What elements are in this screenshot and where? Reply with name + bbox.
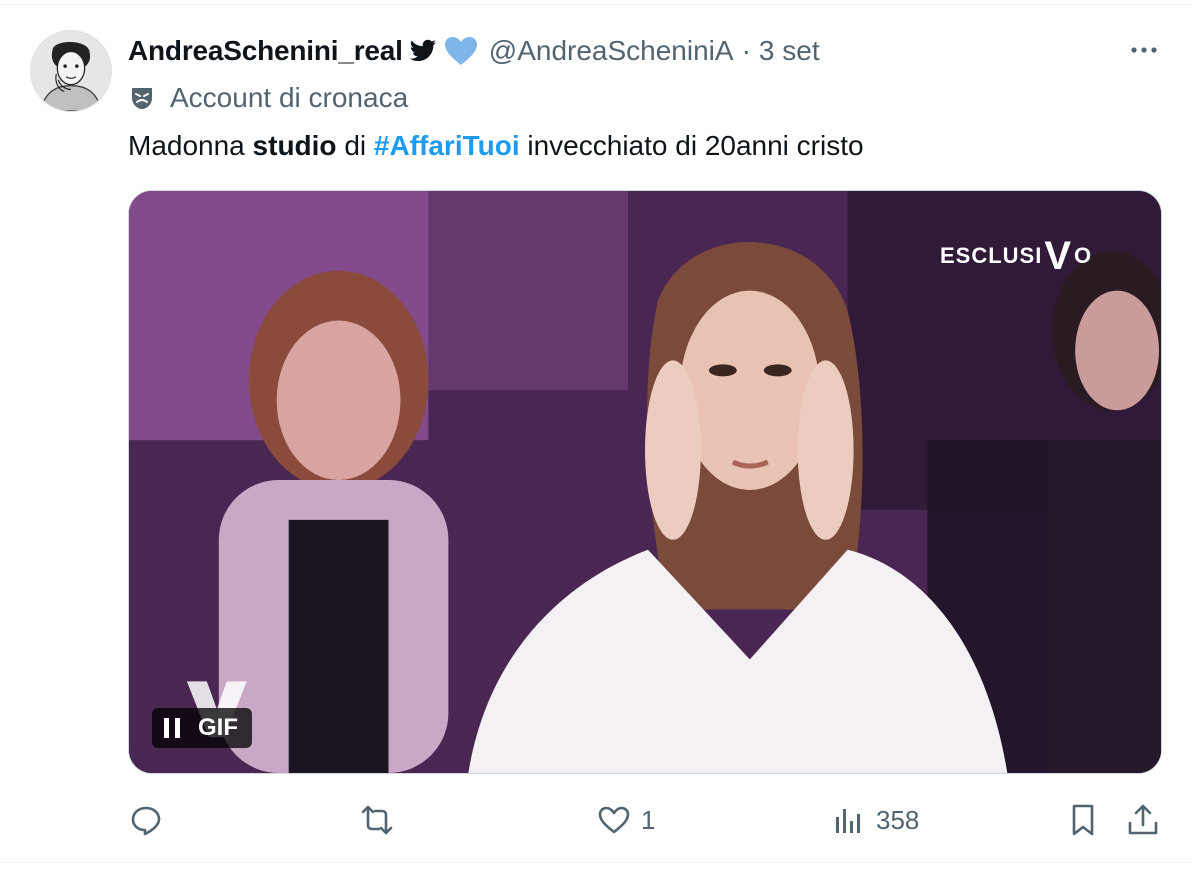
tweet-text-part: di xyxy=(336,130,374,161)
tweet-text-bold: studio xyxy=(252,130,337,161)
share-icon xyxy=(1126,803,1160,837)
share-button[interactable] xyxy=(1126,796,1160,844)
tweet-card[interactable]: AndreaSchenini_real @AndreaScheniniA · 3… xyxy=(0,0,1192,870)
account-label-row: Account di cronaca xyxy=(128,80,408,116)
tweet-header: AndreaSchenini_real @AndreaScheniniA · 3… xyxy=(128,30,820,72)
retweet-button[interactable] xyxy=(360,796,404,844)
views-count: 358 xyxy=(876,804,920,835)
bird-icon xyxy=(409,39,437,63)
more-icon[interactable] xyxy=(1126,38,1162,62)
tweet-text-part: Madonna xyxy=(128,130,253,161)
gif-control[interactable]: GIF xyxy=(152,708,252,748)
hashtag-link[interactable]: #AffariTuoi xyxy=(374,130,520,161)
bookmark-button[interactable] xyxy=(1066,796,1100,844)
watermark-text: ESCLUSI xyxy=(940,243,1043,268)
heart-badge-icon xyxy=(443,35,479,67)
mask-icon xyxy=(128,84,156,112)
action-bar: 1 358 xyxy=(0,796,1192,844)
like-icon xyxy=(597,803,631,837)
gif-media[interactable] xyxy=(128,190,1162,774)
timestamp[interactable]: 3 set xyxy=(759,35,820,67)
account-label: Account di cronaca xyxy=(170,82,409,113)
gif-label: GIF xyxy=(198,714,238,741)
pause-icon[interactable] xyxy=(162,717,182,739)
views-button[interactable]: 358 xyxy=(832,796,919,844)
divider xyxy=(0,4,1192,5)
media-watermark: ESCLUSI V O xyxy=(940,236,1092,276)
like-button[interactable]: 1 xyxy=(597,796,655,844)
like-count: 1 xyxy=(641,804,656,835)
retweet-icon xyxy=(360,803,394,837)
bookmark-icon xyxy=(1066,803,1100,837)
tweet-text-part: invecchiato di 20anni cristo xyxy=(519,130,864,161)
reply-icon xyxy=(129,803,163,837)
views-icon xyxy=(832,803,866,837)
watermark-text: O xyxy=(1074,243,1093,268)
separator-dot: · xyxy=(741,35,751,66)
watermark-v: V xyxy=(1044,234,1073,278)
divider xyxy=(0,862,1192,863)
tweet-text: Madonna studio di #AffariTuoi invecchiat… xyxy=(128,126,864,166)
reply-button[interactable] xyxy=(129,796,173,844)
user-handle[interactable]: @AndreaScheniniA xyxy=(489,35,734,67)
display-name[interactable]: AndreaSchenini_real xyxy=(128,35,403,67)
avatar[interactable] xyxy=(30,30,112,112)
